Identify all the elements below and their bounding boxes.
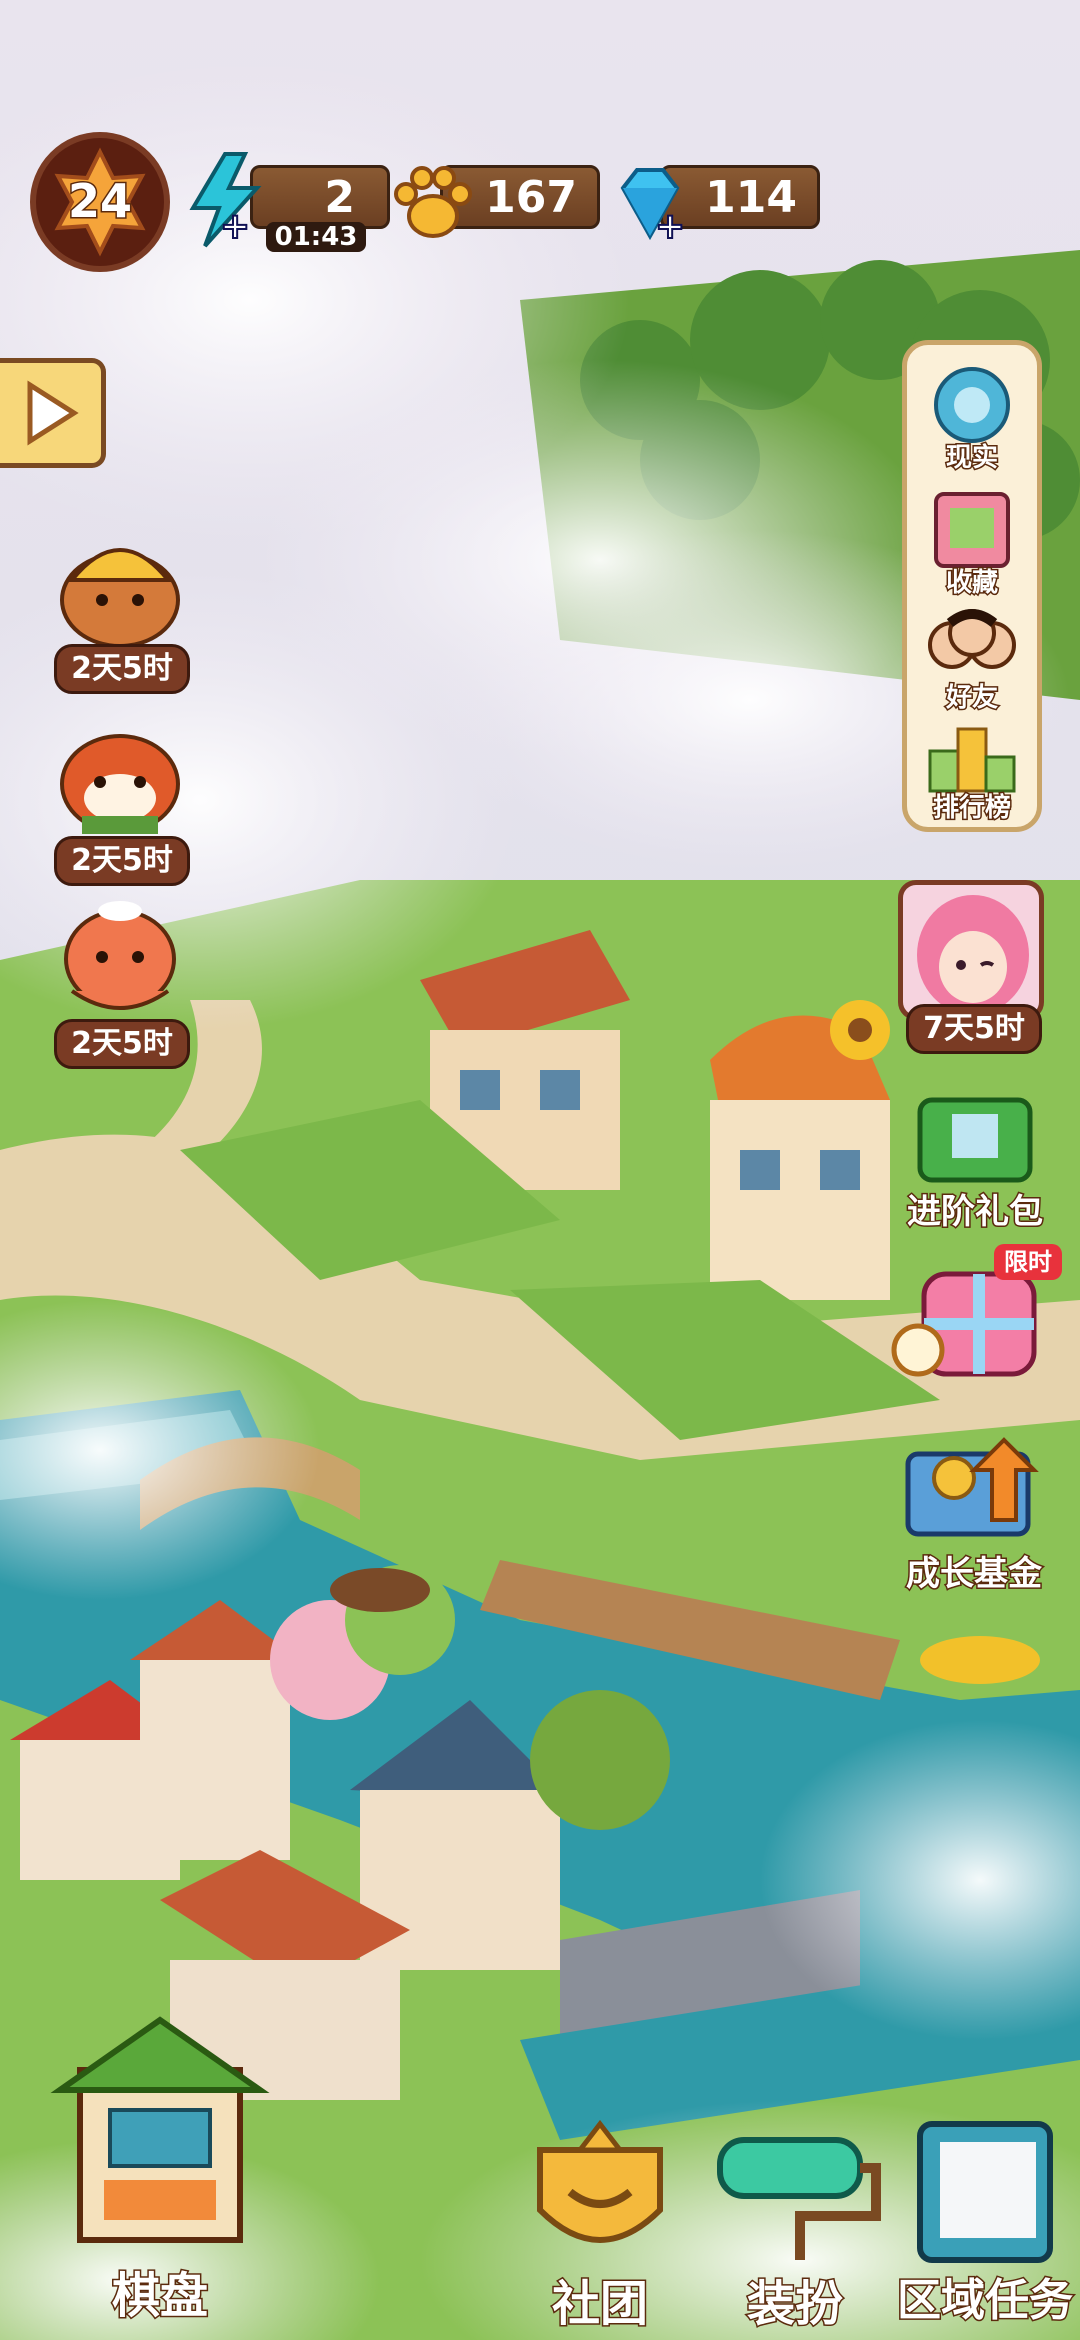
leaderboard-button[interactable]: 排行榜 bbox=[912, 715, 1032, 825]
paw-value: 167 bbox=[485, 172, 577, 223]
event-timer: 2天5时 bbox=[54, 836, 190, 886]
friends-button[interactable]: 好友 bbox=[912, 605, 1032, 715]
event-timer: 2天5时 bbox=[54, 1019, 190, 1069]
add-gems-button[interactable]: + bbox=[654, 208, 686, 246]
collection-book-icon bbox=[934, 492, 1010, 568]
octopus-icon bbox=[64, 901, 176, 1010]
level-number: 24 bbox=[66, 173, 133, 230]
limited-tag: 限时 bbox=[994, 1244, 1062, 1280]
energy-bar[interactable]: 2 bbox=[250, 165, 390, 229]
gift-chest-icon bbox=[917, 1097, 1033, 1183]
pink-hair-girl-icon bbox=[917, 895, 1029, 1015]
event-beaver[interactable]: 2天5时 bbox=[52, 520, 190, 694]
house-board-icon bbox=[50, 2016, 270, 2243]
collection-button[interactable]: 收藏 bbox=[912, 490, 1032, 600]
reality-label: 现实 bbox=[944, 442, 999, 475]
collection-label: 收藏 bbox=[944, 567, 999, 600]
beaver-icon bbox=[60, 548, 180, 648]
character-event-timer: 7天5时 bbox=[906, 1004, 1042, 1054]
event-red-panda[interactable]: 2天5时 bbox=[52, 712, 190, 886]
play-arrow-icon bbox=[27, 380, 79, 446]
portal-icon bbox=[934, 367, 1010, 443]
reality-button[interactable]: 现实 bbox=[912, 365, 1032, 475]
nav-area-tasks[interactable]: 区域任务 bbox=[890, 2120, 1080, 2330]
energy-value: 2 bbox=[324, 172, 355, 223]
character-portrait bbox=[898, 880, 1044, 1020]
red-panda-icon bbox=[60, 734, 180, 834]
nav-board[interactable]: 棋盘 bbox=[40, 2010, 280, 2330]
podium-icon bbox=[928, 727, 1016, 793]
level-badge[interactable]: 24 bbox=[30, 132, 170, 272]
paw-icon bbox=[394, 166, 472, 238]
add-energy-button[interactable]: + bbox=[219, 208, 251, 246]
event-timer: 2天5时 bbox=[54, 644, 190, 694]
guild-label: 社团 bbox=[550, 2275, 649, 2334]
paint-roller-icon bbox=[717, 2137, 881, 2260]
advanced-pack-button[interactable]: 进阶礼包 bbox=[890, 1080, 1060, 1234]
friends-label: 好友 bbox=[944, 682, 999, 715]
energy-timer: 01:43 bbox=[266, 222, 366, 252]
growth-fund-button[interactable]: 成长基金 bbox=[884, 1430, 1064, 1600]
nav-dressup[interactable]: 装扮 bbox=[700, 2120, 890, 2334]
friends-icon bbox=[928, 609, 1016, 669]
board-label: 棋盘 bbox=[110, 2267, 209, 2326]
gem-value: 114 bbox=[705, 172, 797, 223]
coin-fund-icon bbox=[905, 1437, 1039, 1537]
dressup-label: 装扮 bbox=[745, 2275, 844, 2334]
advanced-pack-label: 进阶礼包 bbox=[906, 1191, 1045, 1234]
expand-panel-button[interactable] bbox=[0, 358, 106, 468]
leaderboard-label: 排行榜 bbox=[931, 792, 1012, 825]
guild-shield-icon bbox=[537, 2119, 663, 2243]
character-event-button[interactable]: 7天5时 bbox=[898, 880, 1046, 1054]
task-notebook-icon bbox=[917, 2121, 1053, 2263]
limited-offer-button[interactable]: 限时 bbox=[884, 1240, 1064, 1390]
event-octopus[interactable]: 2天5时 bbox=[52, 895, 190, 1069]
nav-guild[interactable]: 社团 bbox=[500, 2119, 700, 2334]
growth-fund-label: 成长基金 bbox=[905, 1553, 1044, 1596]
area-tasks-label: 区域任务 bbox=[896, 2274, 1075, 2328]
